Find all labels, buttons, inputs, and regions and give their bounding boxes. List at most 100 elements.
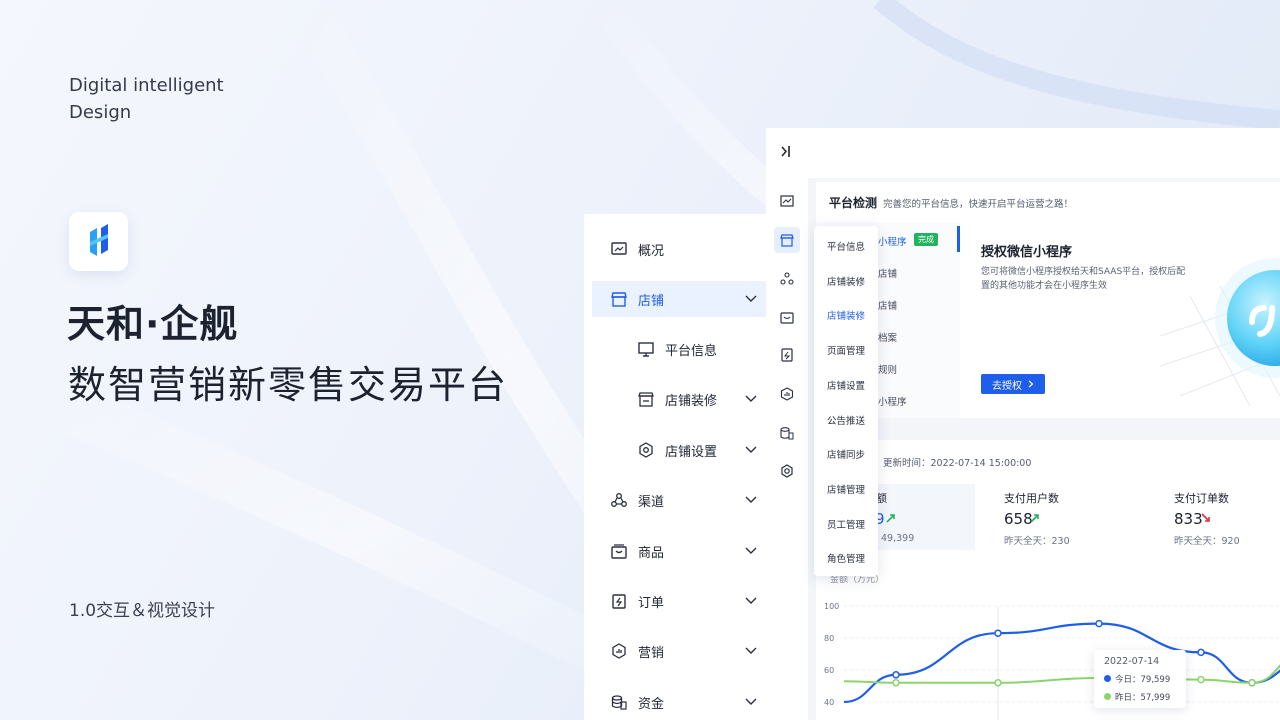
y-tick-label: 40 xyxy=(824,698,834,707)
stat-value: 658 xyxy=(1004,510,1033,528)
sidebar-item-overview[interactable]: 概况 xyxy=(592,231,766,267)
data-point[interactable] xyxy=(1248,679,1256,687)
step-label: 店铺 xyxy=(878,301,898,312)
sidebar-item-channel[interactable]: 渠道 xyxy=(592,482,766,518)
trend-up-icon xyxy=(1030,514,1039,523)
step-label: 小程序 xyxy=(878,237,907,248)
chevron-down-icon xyxy=(745,496,757,503)
sidebar-item-store-decor[interactable]: 店铺装修 xyxy=(592,381,766,417)
data-point[interactable] xyxy=(1197,675,1205,684)
chevron-down-icon xyxy=(745,446,757,453)
legend-dot-yesterday xyxy=(1104,693,1111,700)
sidebar-item-label: 概况 xyxy=(638,243,665,259)
data-point[interactable] xyxy=(892,679,900,687)
sidebar-item-marketing[interactable]: 营销 xyxy=(592,633,766,669)
sidebar-item-label: 店铺装修 xyxy=(665,393,718,409)
authorize-button-label: 去授权 xyxy=(992,380,1022,392)
trend-down-icon xyxy=(1201,513,1210,522)
tooltip-date: 2022-07-14 xyxy=(1104,656,1160,667)
dropdown-menu-item[interactable]: 页面管理 xyxy=(827,343,865,357)
rail-marketing-icon[interactable] xyxy=(774,381,800,407)
hero-title: 天和·企舰 xyxy=(67,302,239,346)
step-label: 档案 xyxy=(878,333,898,344)
data-point[interactable] xyxy=(892,671,900,679)
stat-yesterday: 49,399 xyxy=(881,533,915,544)
goods-icon xyxy=(609,541,629,561)
y-tick-label: 100 xyxy=(824,602,839,611)
sidebar-item-platform-info[interactable]: 平台信息 xyxy=(592,331,766,367)
rail-goods-icon[interactable] xyxy=(774,304,800,330)
sidebar-item-label: 商品 xyxy=(638,545,665,561)
sidebar-item-label: 渠道 xyxy=(638,494,665,510)
sidebar-item-store[interactable]: 店铺 xyxy=(592,281,766,317)
funds-icon xyxy=(609,692,629,712)
dropdown-menu-item[interactable]: 店铺同步 xyxy=(827,447,865,461)
y-tick-label: 60 xyxy=(824,666,834,675)
sidebar-item-order[interactable]: 订单 xyxy=(592,583,766,619)
monitor-icon xyxy=(636,339,656,359)
stat-label: 支付订单数 xyxy=(1174,492,1229,505)
dropdown-menu-item[interactable]: 角色管理 xyxy=(827,551,865,565)
chevron-down-icon xyxy=(745,395,757,402)
channel-icon xyxy=(609,490,629,510)
dropdown-menu-item[interactable]: 公告推送 xyxy=(827,413,865,427)
chevron-down-icon xyxy=(745,698,757,705)
version-label: 1.0交互＆视觉设计 xyxy=(69,601,216,621)
overview-icon xyxy=(609,239,629,259)
data-point[interactable] xyxy=(994,679,1002,687)
header-title: 平台检测 xyxy=(829,196,878,210)
data-point[interactable] xyxy=(994,629,1002,637)
trend-chart: 100 80 60 40 xyxy=(824,602,1280,720)
settings-hex-icon xyxy=(636,440,656,460)
stat-value: 833 xyxy=(1174,510,1203,528)
dropdown-menu-item[interactable]: 平台信息 xyxy=(827,239,865,253)
authorize-button[interactable]: 去授权 xyxy=(981,374,1045,394)
logo-icon xyxy=(89,223,108,256)
chevron-down-icon xyxy=(745,597,757,604)
decor-icon xyxy=(636,389,656,409)
rail-funds-icon[interactable] xyxy=(774,420,800,446)
rail-store-icon[interactable] xyxy=(774,227,800,253)
chevron-down-icon xyxy=(745,547,757,554)
dropdown-menu-item[interactable]: 店铺装修 xyxy=(827,308,865,322)
sidebar-item-goods[interactable]: 商品 xyxy=(592,533,766,569)
platform-check-header: 平台检测 完善您的平台信息，快速开启平台运营之路！ xyxy=(816,182,1280,222)
data-point[interactable] xyxy=(1095,619,1103,628)
collapse-sidebar-icon[interactable] xyxy=(780,145,794,158)
sidebar-item-label: 资金 xyxy=(638,696,665,712)
auth-title: 授权微信小程序 xyxy=(981,245,1073,260)
trend-up-icon xyxy=(886,514,895,523)
dropdown-menu-item[interactable]: 店铺管理 xyxy=(827,482,865,496)
rail-settings-icon[interactable] xyxy=(774,458,800,484)
dropdown-menu-item[interactable]: 店铺装修 xyxy=(827,274,865,288)
y-tick-label: 80 xyxy=(824,634,834,643)
auth-desc-line-1: 您可将微信小程序授权给天和SAAS平台，授权后配 xyxy=(981,267,1186,277)
dropdown-menu-item[interactable]: 员工管理 xyxy=(827,517,865,531)
sidebar-item-label: 店铺设置 xyxy=(665,444,718,460)
step-label: 小程序 xyxy=(878,397,907,408)
rail-channel-icon[interactable] xyxy=(774,265,800,291)
sidebar-item-store-settings[interactable]: 店铺设置 xyxy=(592,432,766,468)
chevron-right-icon xyxy=(1028,380,1034,388)
dropdown-menu-item[interactable]: 店铺设置 xyxy=(827,378,865,392)
sidebar-item-label: 订单 xyxy=(638,595,665,611)
order-icon xyxy=(609,591,629,611)
sidebar-item-label: 营销 xyxy=(638,645,665,661)
update-time: 更新时间：2022-07-14 15:00:00 xyxy=(883,458,1032,469)
rail-order-icon[interactable] xyxy=(774,342,800,368)
chevron-down-icon xyxy=(745,647,757,654)
active-step-indicator xyxy=(957,226,960,252)
store-icon xyxy=(609,289,629,309)
auth-desc-line-2: 置的其他功能才会在小程序生效 xyxy=(981,281,1108,291)
data-point[interactable] xyxy=(1197,648,1205,657)
tagline-line-1: Digital intelligent xyxy=(69,75,224,96)
rail-overview-icon[interactable] xyxy=(774,188,800,214)
series-line-today xyxy=(843,622,1280,704)
stat-yesterday: 昨天全天：230 xyxy=(1004,536,1070,547)
hero-subtitle: 数智营销新零售交易平台 xyxy=(68,363,509,407)
stat-label: 支付用户数 xyxy=(1004,492,1059,505)
step-label: 店铺 xyxy=(878,269,898,280)
marketing-icon xyxy=(609,641,629,661)
sidebar-item-funds[interactable]: 资金 xyxy=(592,684,766,720)
tooltip-yesterday: 昨日：57,999 xyxy=(1115,693,1171,703)
